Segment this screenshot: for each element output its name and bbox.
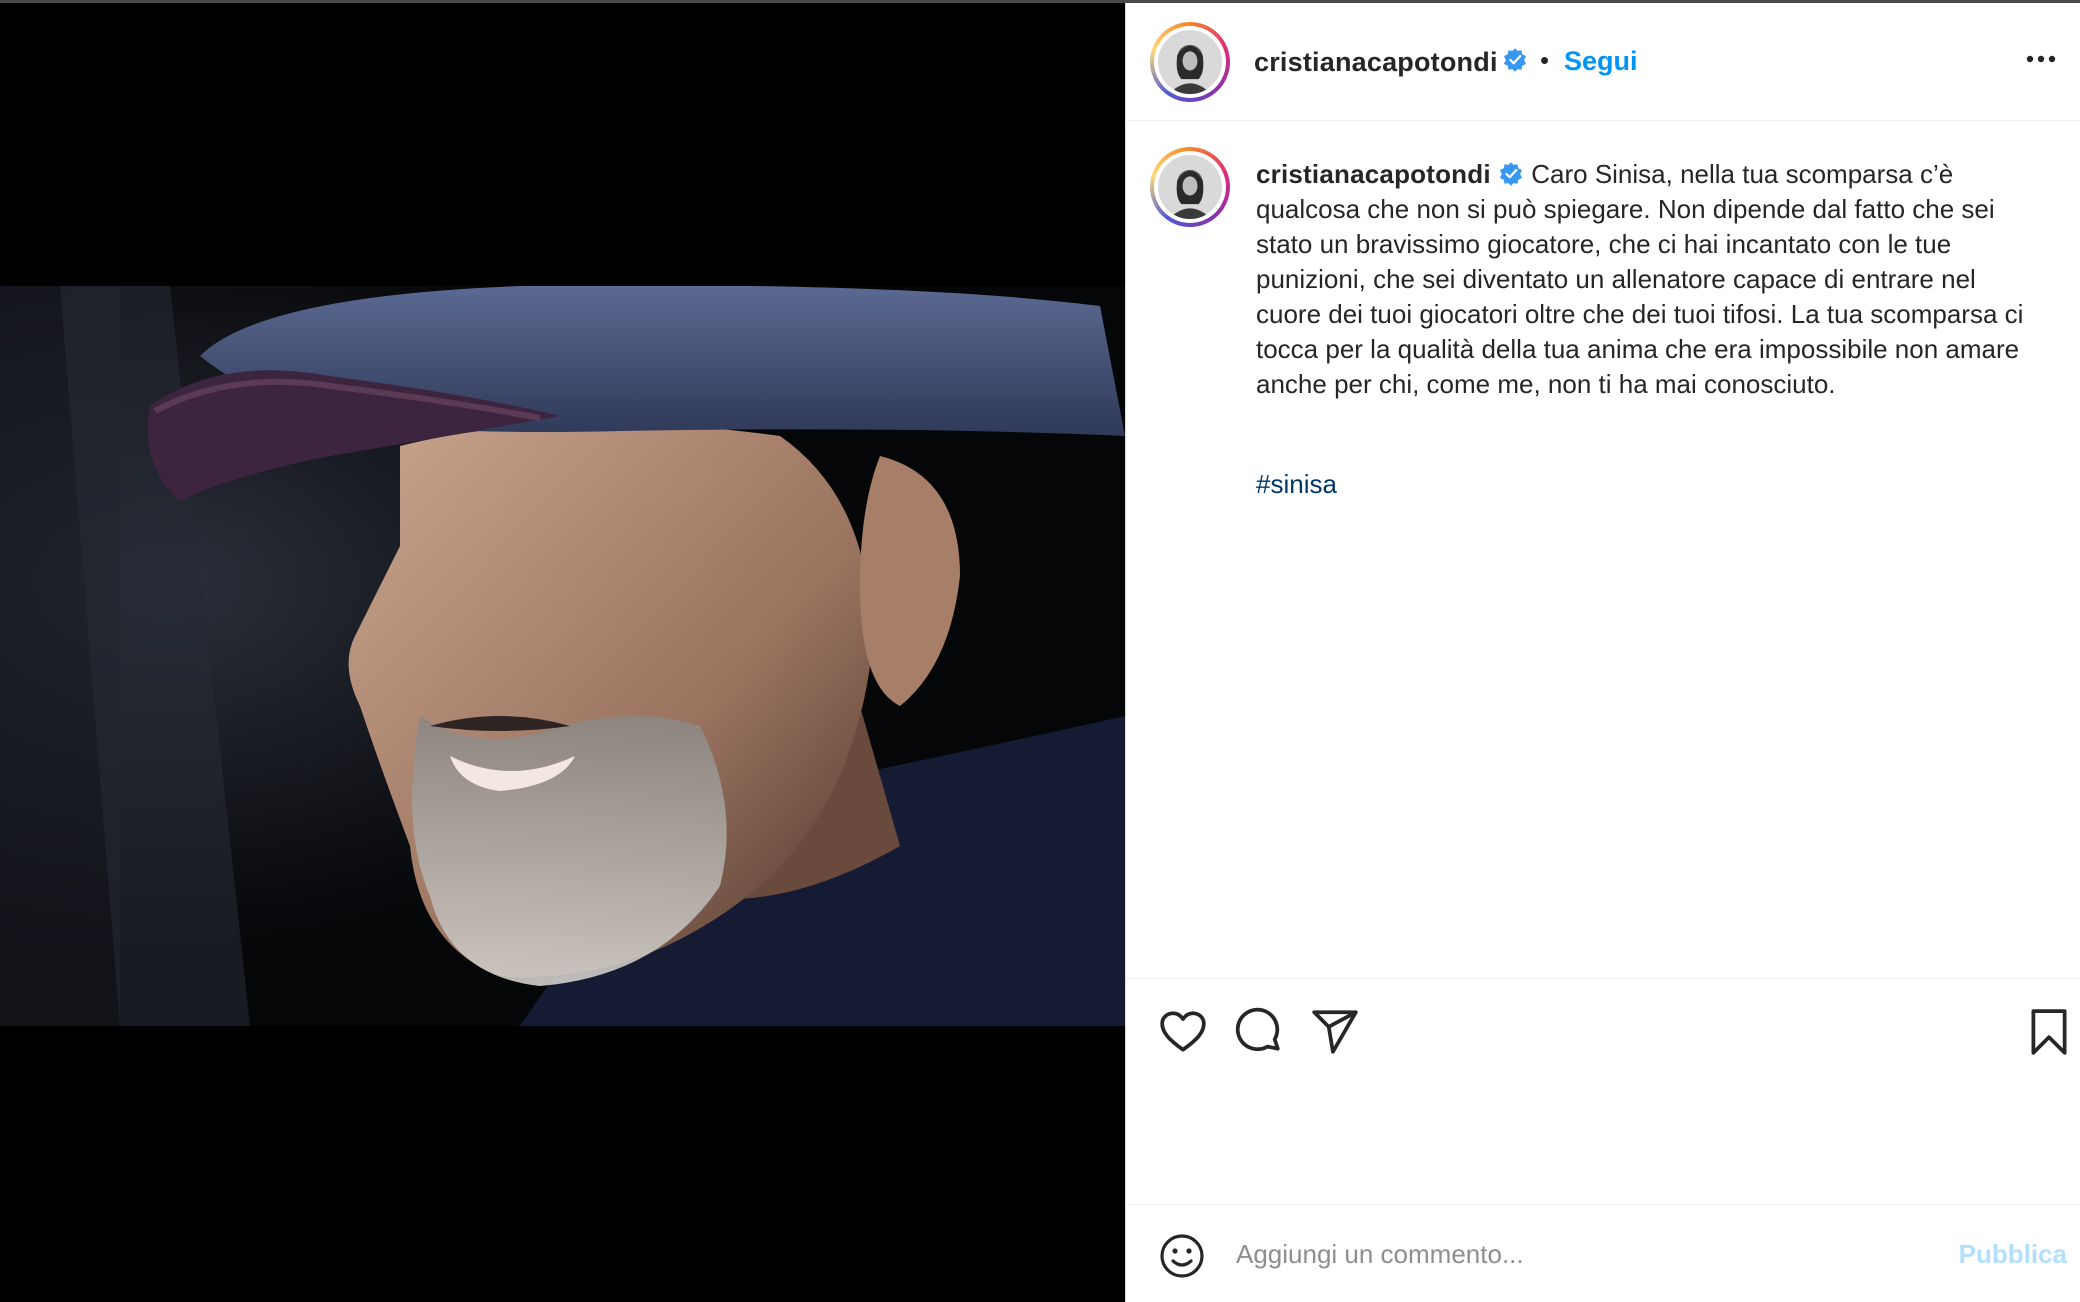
hashtag-link[interactable]: #sinisa [1256, 469, 1337, 500]
post-caption: cristianacapotondi Caro Sinisa, nella tu… [1126, 121, 2080, 979]
publish-button[interactable]: Pubblica [1959, 1239, 2067, 1270]
post-details-panel: cristianacapotondi • Segui cristianacapo… [1125, 3, 2080, 1302]
comment-input[interactable] [1236, 1225, 1916, 1283]
more-options-icon[interactable] [2021, 39, 2061, 79]
follow-button[interactable]: Segui [1564, 46, 1638, 77]
smiley-icon[interactable] [1158, 1232, 1206, 1280]
bookmark-icon[interactable] [2024, 1007, 2074, 1057]
verified-badge-icon [1503, 48, 1527, 72]
author-username[interactable]: cristianacapotondi [1254, 47, 1498, 78]
caption-text: Caro Sinisa, nella tua scomparsa c’è qua… [1256, 159, 2024, 399]
verified-badge-icon [1499, 162, 1523, 186]
caption-username[interactable]: cristianacapotondi [1256, 159, 1491, 189]
separator-dot: • [1540, 45, 1550, 75]
send-icon[interactable] [1310, 1007, 1360, 1057]
post-actions [1126, 979, 2080, 1205]
avatar-portrait-icon [1158, 155, 1222, 219]
author-avatar[interactable] [1150, 22, 1230, 102]
comment-icon[interactable] [1233, 1007, 1283, 1057]
post-photo [0, 286, 1125, 1026]
caption-author-avatar[interactable] [1150, 147, 1230, 227]
post-header: cristianacapotondi • Segui [1126, 3, 2080, 121]
portrait-image [0, 286, 1125, 1026]
caption-body: cristianacapotondi Caro Sinisa, nella tu… [1256, 157, 2046, 402]
heart-icon[interactable] [1158, 1007, 1208, 1057]
avatar-portrait-icon [1158, 30, 1222, 94]
comment-bar: Pubblica [1126, 1205, 2080, 1302]
post-media[interactable] [0, 3, 1125, 1302]
